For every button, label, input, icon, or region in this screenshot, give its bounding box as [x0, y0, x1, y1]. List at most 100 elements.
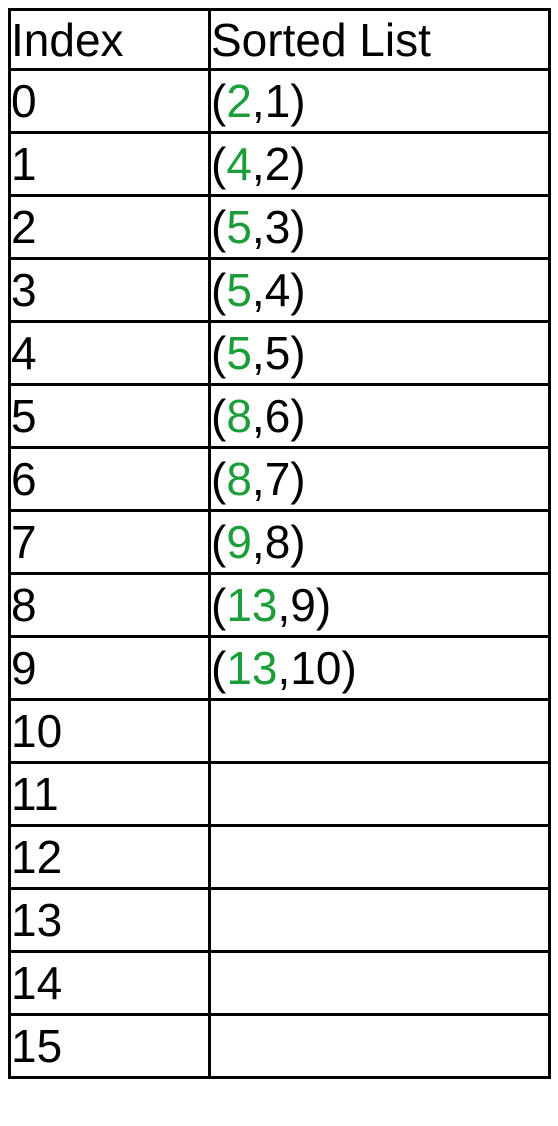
pair-open-paren: (: [211, 138, 227, 190]
sorted-pair-cell: (13,10): [208, 635, 551, 701]
index-cell: 7: [8, 509, 211, 575]
pair-close-paren: ): [290, 75, 306, 127]
sorted-pair-cell: (9,8): [208, 509, 551, 575]
pair-open-paren: (: [211, 642, 227, 694]
table-row: 4 (5,5): [8, 320, 551, 386]
pair-value: 10: [290, 642, 342, 694]
sorted-pair-cell: (2,1): [208, 68, 551, 134]
table-row: 15: [8, 1013, 551, 1079]
pair-separator: ,: [277, 579, 291, 631]
pair-open-paren: (: [211, 453, 227, 505]
pair-close-paren: ): [315, 579, 332, 631]
pair-key: 5: [226, 327, 252, 379]
pair-key: 4: [226, 138, 252, 190]
table-row: 14: [8, 950, 551, 1016]
sorted-list-table: Index Sorted List 0 (2,1) 1 (4,2) 2 (5,3) 3 (5,…: [8, 8, 551, 1079]
pair-separator: ,: [251, 138, 265, 190]
table-row: 8 (13,9): [8, 572, 551, 638]
pair-key: 13: [226, 579, 278, 631]
pair-open-paren: (: [211, 516, 227, 568]
index-cell: 9: [8, 635, 211, 701]
header-row: Index Sorted List: [8, 8, 551, 71]
table-row: 13: [8, 887, 551, 953]
table-row: 12: [8, 824, 551, 890]
sorted-pair-cell: [208, 950, 551, 1016]
table-row: 6 (8,7): [8, 446, 551, 512]
pair-value: 6: [264, 390, 291, 442]
pair-value: 8: [264, 516, 291, 568]
pair-close-paren: ): [290, 201, 306, 253]
pair-separator: ,: [251, 453, 265, 505]
sorted-pair-cell: (8,7): [208, 446, 551, 512]
pair-close-paren: ): [341, 642, 357, 694]
pair-close-paren: ): [290, 516, 306, 568]
index-cell: 3: [8, 257, 211, 323]
table-row: 2 (5,3): [8, 194, 551, 260]
sorted-pair-cell: [208, 761, 551, 827]
pair-separator: ,: [251, 75, 265, 127]
pair-key: 5: [226, 264, 252, 316]
pair-open-paren: (: [211, 75, 227, 127]
index-cell: 14: [8, 950, 211, 1016]
pair-value: 2: [264, 138, 291, 190]
index-column-header: Index: [8, 8, 211, 71]
pair-close-paren: ): [290, 327, 306, 379]
pair-separator: ,: [277, 642, 291, 694]
pair-key: 9: [226, 516, 252, 568]
pair-open-paren: (: [211, 390, 227, 442]
pair-value: 5: [264, 327, 291, 379]
index-cell: 2: [8, 194, 211, 260]
table-row: 9 (13,10): [8, 635, 551, 701]
pair-separator: ,: [251, 201, 265, 253]
index-cell: 1: [8, 131, 211, 197]
index-cell: 4: [8, 320, 211, 386]
index-cell: 10: [8, 698, 211, 764]
pair-close-paren: ): [290, 453, 306, 505]
pair-key: 8: [226, 390, 252, 442]
pair-open-paren: (: [211, 201, 227, 253]
pair-open-paren: (: [211, 579, 227, 631]
pair-value: 3: [264, 201, 291, 253]
table-body: 0 (2,1) 1 (4,2) 2 (5,3) 3 (5,4) 4 (5,5) 5 (8,6) 6 (8,…: [8, 68, 551, 1079]
table-row: 1 (4,2): [8, 131, 551, 197]
index-cell: 12: [8, 824, 211, 890]
sorted-pair-cell: (13,9): [208, 572, 551, 638]
table-row: 5 (8,6): [8, 383, 551, 449]
index-cell: 11: [8, 761, 211, 827]
sorted-pair-cell: [208, 1013, 551, 1079]
sorted-pair-cell: [208, 887, 551, 953]
pair-open-paren: (: [211, 264, 227, 316]
pair-value: 9: [290, 579, 316, 631]
sorted-pair-cell: (5,4): [208, 257, 551, 323]
pair-key: 2: [226, 75, 252, 127]
index-cell: 6: [8, 446, 211, 512]
sorted-pair-cell: [208, 698, 551, 764]
sorted-list-column-header: Sorted List: [208, 8, 551, 71]
sorted-pair-cell: [208, 824, 551, 890]
index-cell: 8: [8, 572, 211, 638]
table-row: 10: [8, 698, 551, 764]
sorted-pair-cell: (8,6): [208, 383, 551, 449]
pair-key: 5: [226, 201, 252, 253]
pair-close-paren: ): [290, 390, 306, 442]
index-cell: 13: [8, 887, 211, 953]
pair-separator: ,: [251, 264, 265, 316]
pair-key: 13: [226, 642, 278, 694]
pair-value: 1: [264, 75, 291, 127]
pair-close-paren: ): [290, 138, 306, 190]
sorted-pair-cell: (5,3): [208, 194, 551, 260]
sorted-pair-cell: (5,5): [208, 320, 551, 386]
pair-close-paren: ): [290, 264, 306, 316]
index-cell: 5: [8, 383, 211, 449]
index-cell: 0: [8, 68, 211, 134]
pair-separator: ,: [251, 390, 265, 442]
pair-value: 4: [264, 264, 291, 316]
pair-open-paren: (: [211, 327, 227, 379]
pair-separator: ,: [251, 516, 265, 568]
pair-value: 7: [264, 453, 291, 505]
pair-key: 8: [226, 453, 252, 505]
table-row: 7 (9,8): [8, 509, 551, 575]
index-cell: 15: [8, 1013, 211, 1079]
table-row: 3 (5,4): [8, 257, 551, 323]
sorted-pair-cell: (4,2): [208, 131, 551, 197]
